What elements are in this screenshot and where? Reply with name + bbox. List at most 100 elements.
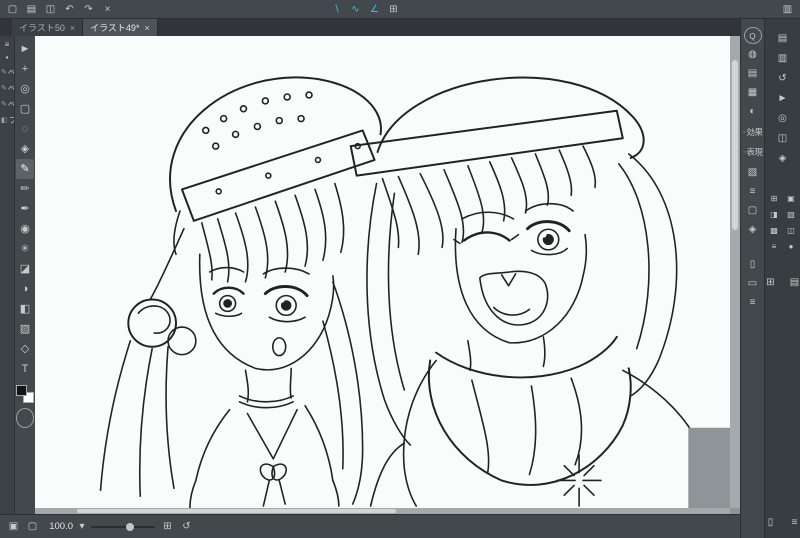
information-icon[interactable]: ◈ — [744, 221, 762, 238]
horizontal-scrollbar[interactable] — [35, 508, 730, 514]
figure-tool-icon[interactable]: ◇ — [16, 339, 34, 359]
color-set-icon[interactable]: ▦ — [744, 84, 762, 101]
snap-to-special-ruler-icon[interactable]: ∿ — [347, 2, 364, 17]
brush-tool-icon[interactable]: ✒ — [16, 199, 34, 219]
sub-tool-detail-icon[interactable]: ≡ — [744, 183, 762, 200]
save-icon[interactable]: ◫ — [42, 2, 59, 17]
airbrush-tool-icon[interactable]: ◉ — [16, 219, 34, 239]
layer-comp-icon[interactable]: ▯ — [744, 256, 762, 273]
row-label: ペン — [7, 83, 14, 93]
right-dock: Q ◍ ▤ ▦ ◐ ▫ 効果 ▫ 表現 ▧ ≡ ▢ ◈ ▯ ▭ ≡ ▤ ▥ ↺ ► ◎ ◫ ◈ ⊞ ▣ ◨ ▧ ▩ ◫ ≡ ● ⊞… — [740, 19, 800, 538]
zoom-slider[interactable] — [91, 521, 155, 533]
canvas-area[interactable] — [35, 36, 740, 514]
fill-tool-icon[interactable]: ◧ — [16, 299, 34, 319]
snap-to-ruler-icon[interactable]: ∖ — [328, 2, 345, 17]
pen-tool-icon[interactable]: ✎ — [16, 159, 34, 179]
zoom-menu-icon[interactable]: ▾ — [77, 519, 87, 534]
history-icon[interactable]: ↺ — [773, 70, 793, 87]
vertical-scrollbar[interactable] — [730, 36, 740, 508]
timeline-icon[interactable]: ▭ — [744, 275, 762, 292]
row-label: 表現 — [746, 147, 763, 157]
color-slider-icon[interactable]: ▤ — [744, 65, 762, 82]
new-layer-icon[interactable]: ⊞ — [767, 192, 781, 205]
blend-tool-icon[interactable]: ◑ — [16, 279, 34, 299]
clip-layer-icon[interactable]: ◨ — [767, 208, 781, 221]
foreground-color-swatch[interactable] — [16, 385, 27, 396]
new-file-icon[interactable]: ▢ — [4, 2, 21, 17]
auto-action-icon[interactable]: ► — [773, 90, 793, 107]
layer-property-icon[interactable]: ◈ — [773, 150, 793, 167]
subtool-item-pen-3-icon: ✎ — [1, 101, 7, 108]
tab-illust50[interactable]: イラスト50 × — [12, 19, 84, 36]
layer-effect-label[interactable]: ▫ 効果 — [741, 122, 764, 142]
row-label: 効果 — [746, 127, 763, 137]
mixing-palette-icon[interactable]: ◐ — [744, 103, 762, 120]
material-catalog-icon[interactable]: ▥ — [773, 50, 793, 67]
tool-property-icon[interactable]: ▧ — [744, 164, 762, 181]
new-folder-icon[interactable]: ▣ — [784, 192, 798, 205]
quick-access-icon[interactable]: Q — [743, 27, 762, 44]
operation-tool-icon[interactable]: ► — [16, 39, 34, 59]
text-tool-icon[interactable]: T — [16, 359, 34, 379]
navigator-icon[interactable]: ▢ — [744, 202, 762, 219]
zoom-tool-icon[interactable]: ◎ — [16, 79, 34, 99]
eyedropper-tool-icon[interactable]: ◈ — [16, 139, 34, 159]
grid-icon[interactable]: ⊞ — [385, 2, 402, 17]
material-icon[interactable]: ▤ — [773, 30, 793, 47]
row-label: フィ — [8, 115, 14, 125]
add-layer-icon[interactable]: ⊞ — [761, 274, 781, 291]
actual-size-icon[interactable]: ▢ — [24, 519, 41, 534]
subtool-item-fill[interactable]: ◧フィ — [0, 112, 14, 128]
zoom-slider-thumb[interactable] — [126, 522, 135, 531]
canvas-artwork — [99, 76, 707, 508]
transparent-color-swatch[interactable] — [16, 408, 34, 428]
list-icon[interactable]: ≡ — [744, 294, 762, 311]
sub-view-icon[interactable]: ◫ — [773, 130, 793, 147]
tab-label: イラスト50 — [19, 23, 65, 33]
undo-icon[interactable]: ↶ — [61, 2, 78, 17]
color-swatches[interactable] — [16, 385, 34, 403]
gradient-tool-icon[interactable]: ▨ — [16, 319, 34, 339]
merge-layer-icon[interactable]: ≡ — [767, 240, 781, 253]
eraser-tool-icon[interactable]: ◪ — [16, 259, 34, 279]
pencil-tool-icon[interactable]: ✏ — [16, 179, 34, 199]
snap-to-grid-icon[interactable]: ∠ — [366, 2, 383, 17]
subtool-item-pen-2[interactable]: ✎ペン — [0, 80, 14, 96]
subtool-item-pen-2-icon: ✎ — [1, 85, 7, 92]
fit-to-screen-icon[interactable]: ▣ — [5, 519, 22, 534]
decoration-tool-icon[interactable]: ✳ — [16, 239, 34, 259]
tab-close-icon[interactable]: × — [144, 23, 149, 33]
tab-illust49[interactable]: イラスト49* × — [83, 19, 158, 36]
subtool-palette: ≡▪ ✎ペン✎ペン✎ペン◧フィ — [0, 36, 15, 514]
layer-color-icon[interactable]: ● — [784, 240, 798, 253]
zoom-grid-icon[interactable]: ⊞ — [159, 519, 176, 534]
delete-icon[interactable]: × — [99, 2, 116, 17]
subtool-menu-icon[interactable]: ≡ — [1, 38, 14, 51]
lasso-tool-icon[interactable]: ◌ — [16, 119, 34, 139]
panel-toggle-icon[interactable]: ▥ — [779, 2, 796, 17]
subtool-item-pen-1[interactable]: ✎ペン — [0, 64, 14, 80]
delete-layer-icon[interactable]: ▯ — [761, 514, 781, 531]
expression-color-label[interactable]: ▫ 表現 — [741, 142, 764, 162]
subtool-group-icon[interactable]: ▪ — [1, 51, 14, 64]
duplicate-layer-icon[interactable]: ◫ — [784, 224, 798, 237]
mask-layer-icon[interactable]: ▩ — [767, 224, 781, 237]
layer-folder-icon[interactable]: ▤ — [785, 274, 800, 291]
search-icon[interactable]: ◎ — [773, 110, 793, 127]
lock-layer-icon[interactable]: ▧ — [784, 208, 798, 221]
snap-icon-group: ∖ ∿ ∠ ⊞ — [328, 2, 402, 17]
canvas-page[interactable] — [35, 36, 730, 508]
move-tool-icon[interactable]: + — [16, 59, 34, 79]
palette-menu-icon[interactable]: ≡ — [785, 514, 800, 531]
vertical-scrollbar-thumb[interactable] — [732, 59, 738, 230]
document-tabbar: イラスト50 × イラスト49* × — [0, 19, 740, 36]
open-file-icon[interactable]: ▤ — [23, 2, 40, 17]
rotate-reset-icon[interactable]: ↺ — [178, 519, 195, 534]
selection-tool-icon[interactable]: ▢ — [16, 99, 34, 119]
horizontal-scrollbar-thumb[interactable] — [76, 509, 397, 513]
redo-icon[interactable]: ↷ — [80, 2, 97, 17]
tab-close-icon[interactable]: × — [70, 23, 75, 33]
zoom-slider-track — [91, 525, 155, 528]
color-wheel-icon[interactable]: ◍ — [744, 46, 762, 63]
subtool-item-pen-3[interactable]: ✎ペン — [0, 96, 14, 112]
